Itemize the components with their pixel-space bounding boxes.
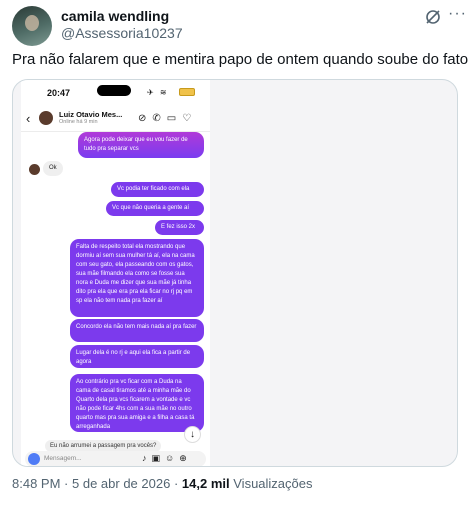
video-call-icon[interactable]: ▭ xyxy=(167,113,182,124)
phone-screenshot: 20:47 ✈ ≋ ‹ Luiz Otavio Mes... Online há… xyxy=(21,80,210,466)
views-count: 14,2 mil xyxy=(181,476,230,491)
chat-header-icons[interactable]: ⊘✆▭♡ xyxy=(138,113,197,124)
message-bubble: Ok xyxy=(43,161,63,176)
views-label: Visualizações xyxy=(233,476,313,491)
author-handle[interactable]: @Assessoria10237 xyxy=(61,25,183,41)
contact-status: Online há 9 min xyxy=(59,119,98,125)
message-bubble: Lugar dela é no rj e aqui ela fica a par… xyxy=(70,345,204,368)
message-bubble: Ao contrário pra vc ficar com a Duda na … xyxy=(70,374,204,432)
tweet-text: Pra não falarem que e mentira papo de on… xyxy=(12,51,469,68)
post-time[interactable]: 8:48 PM xyxy=(12,476,60,491)
meta-separator: · xyxy=(173,476,179,491)
author-name[interactable]: camila wendling xyxy=(61,8,169,24)
message-composer[interactable]: Mensagem... ♪▣☺⊕ xyxy=(25,451,206,466)
contact-name[interactable]: Luiz Otavio Mes... xyxy=(59,110,122,119)
message-bubble: Concordo ela não tem mais nada aí pra fa… xyxy=(70,319,204,342)
message-bubble: Vc podia ter ficado com ela xyxy=(111,182,204,197)
message-bubble: Vc que não queria a gente aí xyxy=(106,201,204,216)
phone-call-icon[interactable]: ✆ xyxy=(152,113,166,124)
plus-icon[interactable]: ⊕ xyxy=(179,453,192,463)
battery-icon xyxy=(179,88,195,96)
contact-avatar[interactable] xyxy=(39,111,53,125)
tweet-meta: 8:48 PM · 5 de abr de 2026 · 14,2 mil Vi… xyxy=(12,476,313,491)
mic-icon[interactable]: ♪ xyxy=(142,453,152,463)
composer-icons[interactable]: ♪▣☺⊕ xyxy=(142,453,192,464)
link-icon[interactable]: ⊘ xyxy=(138,113,152,124)
status-bar: 20:47 ✈ ≋ xyxy=(21,80,210,106)
heart-shield-icon[interactable]: ♡ xyxy=(182,113,197,124)
dynamic-island xyxy=(97,85,131,96)
sticker-icon[interactable]: ☺ xyxy=(165,453,179,463)
author-avatar[interactable] xyxy=(12,6,52,46)
post-date[interactable]: 5 de abr de 2026 xyxy=(72,476,170,491)
tweet-post: camila wendling @Assessoria10237 ··· Pra… xyxy=(0,0,471,523)
signal-wifi-icon: ✈ ≋ xyxy=(147,88,169,97)
grok-icon[interactable] xyxy=(424,8,442,26)
status-time: 20:47 xyxy=(47,88,71,98)
chat-header: ‹ Luiz Otavio Mes... Online há 9 min ⊘✆▭… xyxy=(21,106,210,132)
more-icon[interactable]: ··· xyxy=(448,6,466,26)
scroll-down-button[interactable]: ↓ xyxy=(184,426,201,443)
gallery-icon[interactable]: ▣ xyxy=(152,453,166,463)
camera-icon[interactable] xyxy=(28,453,40,465)
message-bubble: Agora pode deixar que eu vou fazer de tu… xyxy=(78,132,204,158)
back-icon[interactable]: ‹ xyxy=(26,111,30,126)
message-bubble: Falta de respeito total ela mostrando qu… xyxy=(70,239,204,317)
composer-placeholder[interactable]: Mensagem... xyxy=(44,455,82,462)
tweet-media-image[interactable]: 20:47 ✈ ≋ ‹ Luiz Otavio Mes... Online há… xyxy=(12,79,458,467)
sender-avatar xyxy=(29,164,40,175)
meta-separator: · xyxy=(64,476,69,491)
message-bubble: E fez isso 2x xyxy=(155,220,204,235)
